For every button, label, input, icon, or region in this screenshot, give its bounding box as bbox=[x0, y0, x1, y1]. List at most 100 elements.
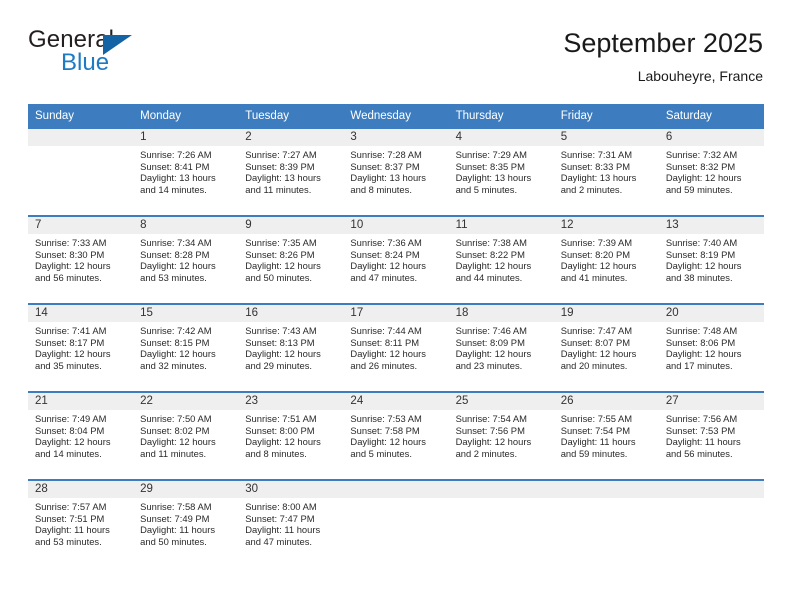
day-sun-info: Sunrise: 7:51 AM Sunset: 8:00 PM Daylight:… bbox=[238, 410, 343, 459]
day-cell[interactable]: 29 Sunrise: 7:58 AM Sunset: 7:49 PM Dayligh… bbox=[133, 481, 239, 567]
daylight-text-line2: and 8 minutes. bbox=[350, 183, 412, 195]
daylight-text-line1: Daylight: 12 hours bbox=[665, 348, 742, 360]
day-cell[interactable]: 9 Sunrise: 7:35 AM Sunset: 8:26 PM Daylight… bbox=[238, 217, 344, 303]
daylight-text-line2: and 5 minutes. bbox=[455, 183, 518, 195]
day-cell[interactable]: 17 Sunrise: 7:44 AM Sunset: 8:11 PM Dayligh… bbox=[343, 305, 449, 391]
daylight-text-line2: and 50 minutes. bbox=[140, 535, 207, 547]
day-sun-info: Sunrise: 7:44 AM Sunset: 8:11 PM Daylight:… bbox=[343, 322, 448, 371]
day-header-friday: Friday bbox=[553, 104, 659, 129]
daylight-text-line1: Daylight: 11 hours bbox=[665, 436, 741, 448]
day-cell[interactable]: 26 Sunrise: 7:55 AM Sunset: 7:54 PM Dayligh… bbox=[553, 393, 659, 479]
day-number: 19 bbox=[553, 305, 659, 322]
day-cell[interactable]: 13 Sunrise: 7:40 AM Sunset: 8:19 PM Dayligh… bbox=[658, 217, 764, 303]
day-sun-info: Sunrise: 7:55 AM Sunset: 7:54 PM Daylight:… bbox=[554, 410, 659, 459]
daylight-text-line2: and 2 minutes. bbox=[560, 183, 623, 195]
day-cell[interactable]: 28 Sunrise: 7:57 AM Sunset: 7:51 PM Dayligh… bbox=[28, 481, 134, 567]
sunset-text: Sunset: 8:33 PM bbox=[560, 160, 631, 172]
sunset-text: Sunset: 8:30 PM bbox=[35, 248, 105, 260]
day-cell[interactable]: 12 Sunrise: 7:39 AM Sunset: 8:20 PM Dayligh… bbox=[553, 217, 659, 303]
day-cell[interactable]: 10 Sunrise: 7:36 AM Sunset: 8:24 PM Dayligh… bbox=[343, 217, 449, 303]
daylight-text-line1: Daylight: 12 hours bbox=[140, 348, 216, 360]
day-number bbox=[28, 129, 134, 146]
day-number: 25 bbox=[448, 393, 554, 410]
sunset-text: Sunset: 8:32 PM bbox=[665, 160, 736, 172]
sunrise-text: Sunrise: 7:39 AM bbox=[560, 237, 633, 248]
day-cell[interactable]: 24 Sunrise: 7:53 AM Sunset: 7:58 PM Dayligh… bbox=[343, 393, 449, 479]
sunset-text: Sunset: 8:39 PM bbox=[245, 160, 315, 172]
day-cell[interactable]: 14 Sunrise: 7:41 AM Sunset: 8:17 PM Dayligh… bbox=[28, 305, 134, 391]
sunset-text: Sunset: 8:06 PM bbox=[665, 336, 736, 348]
day-cell[interactable]: 30 Sunrise: 8:00 AM Sunset: 7:47 PM Dayligh… bbox=[238, 481, 344, 567]
daylight-text-line2: and 29 minutes. bbox=[245, 359, 312, 371]
day-cell[interactable]: 5 Sunrise: 7:31 AM Sunset: 8:33 PM Daylight… bbox=[553, 129, 659, 215]
day-cell[interactable]: 16 Sunrise: 7:43 AM Sunset: 8:13 PM Dayligh… bbox=[238, 305, 344, 391]
daylight-text-line1: Daylight: 12 hours bbox=[665, 172, 742, 184]
day-header-saturday: Saturday bbox=[658, 104, 764, 129]
day-cell[interactable]: 7 Sunrise: 7:33 AM Sunset: 8:30 PM Daylight… bbox=[28, 217, 134, 303]
day-number: 21 bbox=[28, 393, 134, 410]
day-sun-info: Sunrise: 7:34 AM Sunset: 8:28 PM Daylight:… bbox=[133, 234, 238, 283]
sunrise-text: Sunrise: 7:55 AM bbox=[560, 413, 633, 424]
page-title: September 2025 bbox=[563, 28, 763, 58]
day-cell[interactable]: 25 Sunrise: 7:54 AM Sunset: 7:56 PM Dayligh… bbox=[448, 393, 554, 479]
day-cell[interactable]: 22 Sunrise: 7:50 AM Sunset: 8:02 PM Dayligh… bbox=[133, 393, 239, 479]
day-cell[interactable]: 20 Sunrise: 7:48 AM Sunset: 8:06 PM Dayligh… bbox=[658, 305, 764, 391]
day-cell[interactable]: 21 Sunrise: 7:49 AM Sunset: 8:04 PM Dayligh… bbox=[28, 393, 134, 479]
day-cell[interactable]: 4 Sunrise: 7:29 AM Sunset: 8:35 PM Daylight… bbox=[448, 129, 554, 215]
day-cell[interactable]: 23 Sunrise: 7:51 AM Sunset: 8:00 PM Dayligh… bbox=[238, 393, 344, 479]
page-subtitle: Labouheyre, France bbox=[637, 68, 763, 84]
day-cell[interactable]: 2 Sunrise: 7:27 AM Sunset: 8:39 PM Daylight… bbox=[238, 129, 344, 215]
sunrise-text: Sunrise: 7:27 AM bbox=[245, 149, 317, 160]
day-cell[interactable]: 11 Sunrise: 7:38 AM Sunset: 8:22 PM Dayligh… bbox=[448, 217, 554, 303]
day-number: 4 bbox=[448, 129, 554, 146]
day-cell[interactable]: 1 Sunrise: 7:26 AM Sunset: 8:41 PM Daylight… bbox=[133, 129, 239, 215]
sunset-text: Sunset: 8:17 PM bbox=[35, 336, 105, 348]
daylight-text-line1: Daylight: 12 hours bbox=[245, 436, 321, 448]
day-number: 24 bbox=[343, 393, 449, 410]
daylight-text-line2: and 56 minutes. bbox=[35, 271, 102, 283]
daylight-text-line1: Daylight: 12 hours bbox=[140, 260, 216, 272]
day-sun-info: Sunrise: 7:49 AM Sunset: 8:04 PM Daylight:… bbox=[28, 410, 133, 459]
sunset-text: Sunset: 7:58 PM bbox=[350, 424, 420, 436]
sunrise-text: Sunrise: 7:31 AM bbox=[560, 149, 633, 160]
day-sun-info: Sunrise: 7:26 AM Sunset: 8:41 PM Daylight:… bbox=[133, 146, 238, 195]
daylight-text-line1: Daylight: 13 hours bbox=[350, 172, 426, 184]
daylight-text-line2: and 59 minutes. bbox=[665, 183, 733, 195]
day-cell-empty bbox=[553, 481, 659, 567]
day-number: 6 bbox=[658, 129, 764, 146]
day-cell[interactable]: 6 Sunrise: 7:32 AM Sunset: 8:32 PM Daylight… bbox=[658, 129, 764, 215]
calendar-week-row: 1 Sunrise: 7:26 AM Sunset: 8:41 PM Daylight… bbox=[28, 129, 764, 215]
sunrise-text: Sunrise: 7:36 AM bbox=[350, 237, 422, 248]
day-cell[interactable]: 19 Sunrise: 7:47 AM Sunset: 8:07 PM Dayligh… bbox=[553, 305, 659, 391]
generalblue-logo[interactable]: General Blue bbox=[28, 26, 248, 88]
daylight-text-line2: and 5 minutes. bbox=[350, 447, 412, 459]
day-cell[interactable]: 15 Sunrise: 7:42 AM Sunset: 8:15 PM Dayligh… bbox=[133, 305, 239, 391]
sunset-text: Sunset: 7:47 PM bbox=[245, 512, 315, 524]
day-cell[interactable]: 18 Sunrise: 7:46 AM Sunset: 8:09 PM Dayligh… bbox=[448, 305, 554, 391]
daylight-text-line2: and 20 minutes. bbox=[560, 359, 628, 371]
day-number: 17 bbox=[343, 305, 449, 322]
daylight-text-line2: and 26 minutes. bbox=[350, 359, 418, 371]
day-cell[interactable]: 27 Sunrise: 7:56 AM Sunset: 7:53 PM Dayligh… bbox=[658, 393, 764, 479]
day-number: 22 bbox=[133, 393, 239, 410]
daylight-text-line2: and 53 minutes. bbox=[140, 271, 207, 283]
daylight-text-line2: and 47 minutes. bbox=[245, 535, 312, 547]
day-number: 10 bbox=[343, 217, 449, 234]
daylight-text-line2: and 47 minutes. bbox=[350, 271, 418, 283]
day-number: 27 bbox=[658, 393, 764, 410]
day-sun-info: Sunrise: 7:32 AM Sunset: 8:32 PM Daylight:… bbox=[659, 146, 764, 195]
sunset-text: Sunset: 7:51 PM bbox=[35, 512, 105, 524]
daylight-text-line2: and 38 minutes. bbox=[665, 271, 733, 283]
day-number: 29 bbox=[133, 481, 239, 498]
daylight-text-line1: Daylight: 12 hours bbox=[35, 348, 111, 360]
day-cell[interactable]: 3 Sunrise: 7:28 AM Sunset: 8:37 PM Daylight… bbox=[343, 129, 449, 215]
sunrise-text: Sunrise: 7:50 AM bbox=[140, 413, 212, 424]
calendar-weeks: 1 Sunrise: 7:26 AM Sunset: 8:41 PM Daylight… bbox=[28, 129, 764, 567]
day-cell[interactable]: 8 Sunrise: 7:34 AM Sunset: 8:28 PM Daylight… bbox=[133, 217, 239, 303]
sunrise-text: Sunrise: 7:58 AM bbox=[140, 501, 212, 512]
daylight-text-line1: Daylight: 13 hours bbox=[140, 172, 216, 184]
daylight-text-line1: Daylight: 12 hours bbox=[455, 260, 532, 272]
sunrise-text: Sunrise: 7:40 AM bbox=[665, 237, 738, 248]
daylight-text-line1: Daylight: 12 hours bbox=[140, 436, 216, 448]
sunrise-text: Sunrise: 7:41 AM bbox=[35, 325, 107, 336]
